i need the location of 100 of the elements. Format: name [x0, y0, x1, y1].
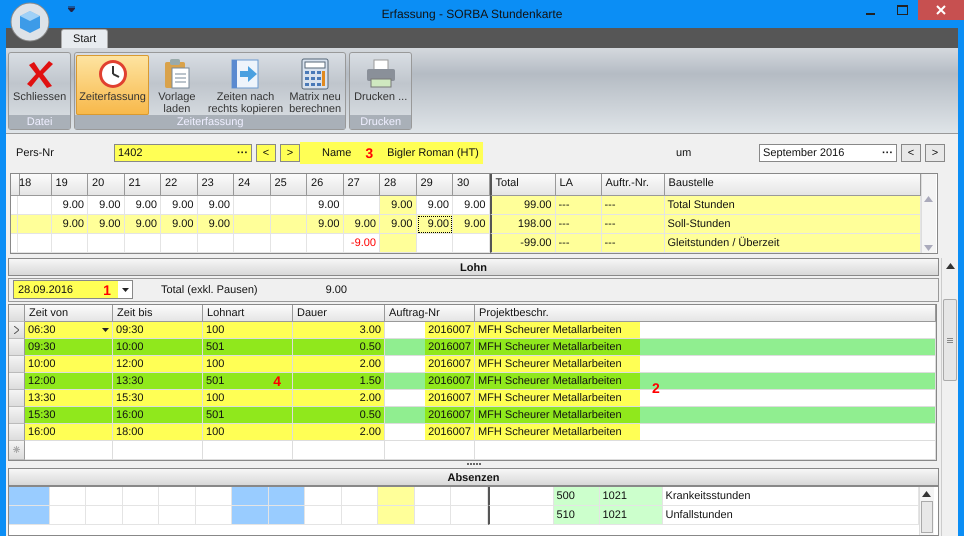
table-cell: 2016007 [385, 390, 475, 407]
minimize-icon [866, 12, 874, 14]
nav-button[interactable]: > [280, 144, 300, 162]
date-dropdown[interactable]: 28.09.2016 1 [13, 280, 133, 300]
table-cell: --- [602, 196, 664, 215]
ribbon-button[interactable]: Vorlage laden [148, 55, 205, 115]
close-icon [936, 5, 946, 15]
scrollbar[interactable] [918, 487, 934, 535]
month-field[interactable]: September 2016 ··· [759, 144, 897, 162]
table-cell: 198.00 [490, 215, 556, 234]
column-header: 29 [416, 174, 453, 196]
printer-icon [364, 58, 397, 90]
table-cell: 18:00 [113, 424, 203, 441]
column-header: 18 [15, 174, 52, 196]
arrow-right-icon [230, 58, 260, 90]
table-cell: 1021 [600, 487, 662, 506]
column-header: 20 [88, 174, 124, 196]
column-header: 24 [234, 174, 270, 196]
column-header: 22 [161, 174, 198, 196]
caret-icon [122, 288, 128, 292]
table-cell: 9.00 [307, 215, 344, 234]
field-label: Name [322, 147, 352, 159]
maximize-icon [896, 5, 908, 15]
table-cell: 1.50 [293, 372, 385, 390]
scrollbar[interactable] [941, 258, 958, 536]
table-cell: MFH Scheurer Metallarbeiten [475, 322, 640, 338]
table-cell: 15:30 [25, 406, 113, 424]
column-header: 21 [124, 174, 161, 196]
table-cell: 12:00 [113, 356, 203, 373]
table-cell: Gleitstunden / Überzeit [664, 234, 920, 253]
table-cell: 500 [554, 487, 600, 506]
row-header[interactable] [9, 322, 25, 339]
table-cell: 10:00 [25, 356, 113, 373]
table-cell: 9.00 [416, 215, 453, 234]
annotation-number: 1 [103, 282, 111, 298]
table-cell: 100 [203, 424, 293, 441]
name-value: Bigler Roman (HT) [387, 147, 479, 159]
scroll-down-icon[interactable] [924, 245, 933, 251]
table-cell: 13:30 [113, 372, 203, 390]
table-cell: 09:30 [113, 322, 203, 339]
table-cell: MFH Scheurer Metallarbeiten [475, 356, 640, 372]
table-cell: 12:00 [25, 372, 113, 390]
ribbon-tab[interactable]: Start [61, 29, 108, 48]
table-cell: MFH Scheurer Metallarbeiten [475, 372, 640, 389]
ribbon-button[interactable]: Zeiten nach rechts kopieren [204, 55, 286, 115]
scroll-up-icon[interactable] [922, 491, 931, 497]
scroll-up-icon[interactable] [946, 263, 954, 269]
caret-icon[interactable] [102, 328, 109, 332]
table-cell: 2016007 [385, 406, 475, 424]
column-header [11, 174, 20, 196]
clipboard-icon [162, 58, 191, 90]
table-cell: 2.00 [293, 390, 385, 407]
table-cell: 0.50 [293, 406, 385, 424]
table-cell: Soll-Stunden [664, 215, 920, 234]
table-cell: 9.00 [380, 215, 416, 234]
scroll-thumb[interactable] [920, 501, 932, 533]
table-cell: 2016007 [385, 338, 475, 356]
annotation-number: 4 [273, 372, 281, 389]
table-cell: 13:30 [25, 390, 113, 407]
table-cell: 501 [203, 406, 293, 424]
table-cell: 100 [203, 390, 293, 407]
table-cell: 09:30 [25, 338, 113, 356]
table-cell: 9.00 [380, 196, 416, 215]
column-header: 25 [270, 174, 307, 196]
ribbon-button[interactable]: Zeiterfassung [76, 55, 149, 115]
current-row-icon [14, 326, 19, 334]
close-button[interactable] [918, 0, 964, 20]
table-cell: 99.00 [490, 196, 556, 215]
pers-nr-field[interactable]: 1402 ··· [114, 144, 252, 162]
table-cell: 9.00 [52, 215, 88, 234]
ribbon-button[interactable]: Matrix neu berechnen [286, 55, 344, 115]
nav-button[interactable]: < [901, 144, 921, 162]
column-header: 26 [307, 174, 344, 196]
group-label: Drucken [350, 115, 412, 129]
ribbon-button[interactable]: Drucken ... [351, 55, 410, 115]
table-cell: MFH Scheurer Metallarbeiten [475, 338, 640, 355]
table-cell: Unfallstunden [662, 506, 918, 525]
table-cell: -99.00 [490, 234, 556, 253]
nav-button[interactable]: < [256, 144, 276, 162]
splitter-grip-icon[interactable] [466, 462, 480, 466]
table-cell: 2016007 [385, 372, 475, 390]
table-cell: 2016007 [385, 322, 475, 339]
ribbon-button[interactable]: Schliessen [10, 55, 70, 115]
table-cell: --- [602, 234, 664, 253]
grip-icon [947, 338, 953, 342]
x-icon [24, 59, 55, 89]
scroll-thumb[interactable] [943, 299, 957, 381]
nav-button[interactable]: > [925, 144, 945, 162]
scrollbar[interactable] [920, 174, 936, 253]
table-cell: 0.50 [293, 338, 385, 356]
table-cell: 2016007 [385, 424, 475, 441]
field-label: Pers-Nr [16, 147, 55, 159]
table-cell: 9.00 [88, 215, 124, 234]
window-title: Erfassung - SORBA Stundenkarte [380, 7, 564, 21]
table-cell: --- [556, 215, 602, 234]
field-label: um [676, 147, 692, 159]
dropdown-icon[interactable] [68, 6, 75, 12]
column-header: 19 [52, 174, 88, 196]
table-cell: --- [556, 234, 602, 253]
table-cell: 9.00 [161, 215, 198, 234]
